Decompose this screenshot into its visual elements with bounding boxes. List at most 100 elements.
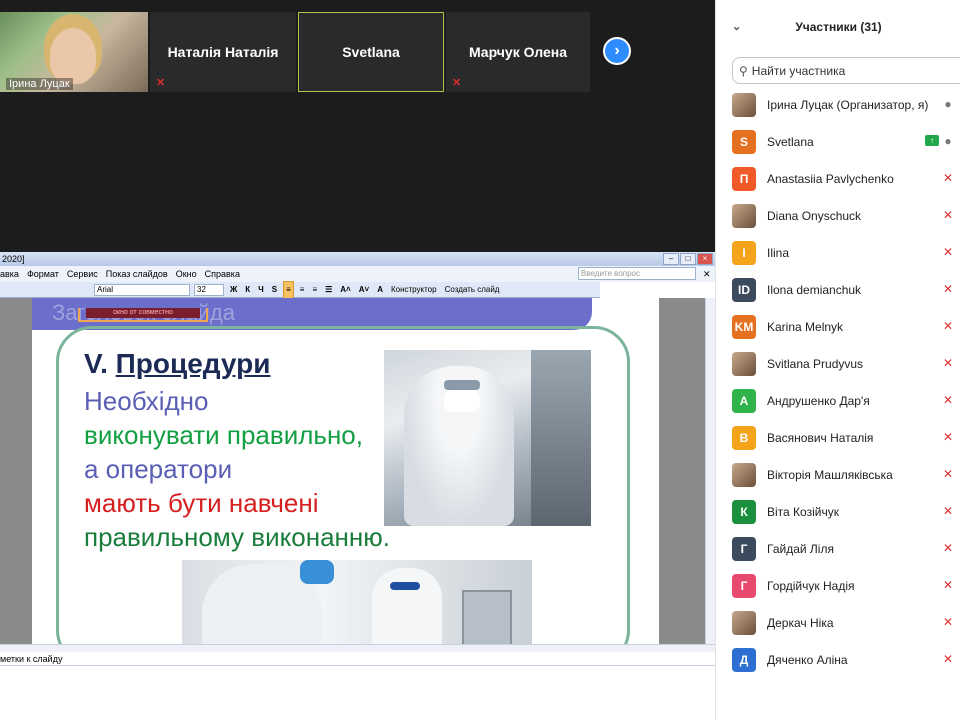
participant-name: Diana Onyschuck (767, 208, 862, 223)
mic-muted-icon: ✕ (942, 467, 954, 481)
participant-search[interactable]: ⚲ (732, 57, 960, 84)
lab-photo (182, 560, 532, 646)
avatar: К (732, 499, 756, 524)
next-page-button[interactable]: › (603, 37, 631, 65)
grow-font-icon[interactable]: A˄ (338, 282, 352, 298)
participant-row[interactable]: Деркач Ніка ✕ (716, 604, 960, 641)
avatar (732, 351, 756, 376)
horizontal-scrollbar[interactable] (0, 644, 715, 652)
font-color-icon[interactable]: A (375, 282, 385, 298)
menu-format[interactable]: Формат (27, 266, 59, 282)
orange-label: окно от совместно (86, 308, 200, 318)
video-tile[interactable]: Марчук Олена ✕ (446, 12, 590, 92)
tile-name: Марчук Олена (468, 44, 568, 60)
mic-muted-icon: ✕ (942, 356, 954, 370)
participant-row[interactable]: Вікторія Машляківська ✕ (716, 456, 960, 493)
font-size-select[interactable]: 32 (194, 283, 224, 296)
ppt-titlebar: 2020] – □ × (0, 252, 715, 266)
bold-button[interactable]: Ж (228, 282, 239, 298)
participant-name: Деркач Ніка (767, 615, 834, 630)
participant-name: Гордійчук Надія (767, 578, 855, 593)
help-question-input[interactable]: Введите вопрос (578, 267, 696, 280)
participant-row[interactable]: ID Ilona demianchuk ✕ (716, 271, 960, 308)
avatar: А (732, 388, 756, 413)
participant-row[interactable]: S Svetlana ↑ ● (716, 123, 960, 160)
ppt-menubar: авка Формат Сервис Показ слайдов Окно Сп… (0, 266, 715, 282)
avatar: I (732, 240, 756, 265)
participant-row[interactable]: KM Karina Melnyk ✕ (716, 308, 960, 345)
participant-row[interactable]: А Андрушенко Дар'я ✕ (716, 382, 960, 419)
video-tile[interactable]: Ірина Луцак (0, 12, 148, 92)
align-center-icon[interactable]: ≡ (298, 282, 307, 298)
panel-title: Участники (31) (795, 20, 882, 34)
align-left-icon[interactable]: ≡ (283, 280, 294, 299)
participant-name: Віта Козійчук (767, 504, 839, 519)
vertical-scrollbar[interactable] (705, 298, 715, 644)
participant-row[interactable]: Ірина Луцак (Организатор, я) ● (716, 86, 960, 123)
shrink-font-icon[interactable]: A˅ (357, 282, 371, 298)
video-tile-active-speaker[interactable]: Svetlana (298, 12, 444, 92)
cleanroom-photo (384, 350, 591, 526)
participant-name: Гайдай Ліля (767, 541, 834, 556)
menu-window[interactable]: Окно (176, 266, 197, 282)
search-input[interactable] (751, 63, 932, 78)
participant-row[interactable]: Diana Onyschuck ✕ (716, 197, 960, 234)
menu-help[interactable]: Справка (205, 266, 240, 282)
avatar: Г (732, 536, 756, 561)
participant-row[interactable]: Svitlana Prudyvus ✕ (716, 345, 960, 382)
mic-muted-icon: ✕ (942, 393, 954, 407)
mic-muted-icon: ✕ (942, 541, 954, 555)
participant-row[interactable]: I Ilina ✕ (716, 234, 960, 271)
mic-muted-icon: ✕ (156, 77, 166, 89)
design-button[interactable]: Конструктор (389, 282, 439, 298)
font-select[interactable]: Arial (94, 283, 190, 296)
slide-text-line: а оператори (84, 454, 233, 484)
tile-name: Наталія Наталія (167, 44, 279, 60)
ppt-toolbar: Arial 32 Ж К Ч S ≡ ≡ ≡ ☰ A˄ A˅ A Констру… (0, 280, 600, 299)
close-icon[interactable]: × (697, 253, 713, 265)
mic-muted-icon: ✕ (942, 282, 954, 296)
chevron-down-icon[interactable]: ⌄ (732, 20, 741, 33)
participant-name: Вікторія Машляківська (767, 467, 893, 482)
minimize-icon[interactable]: – (663, 253, 679, 265)
participant-row[interactable]: К Віта Козійчук ✕ (716, 493, 960, 530)
participant-row[interactable]: В Васянович Наталія ✕ (716, 419, 960, 456)
maximize-icon[interactable]: □ (680, 253, 696, 265)
slide-canvas[interactable]: Заголовок слайда окно от совместно V. Пр… (32, 298, 659, 646)
avatar (732, 92, 756, 117)
underline-button[interactable]: Ч (256, 282, 266, 298)
menu-slideshow[interactable]: Показ слайдов (106, 266, 168, 282)
participant-row[interactable]: Д Дяченко Аліна ✕ (716, 641, 960, 678)
participant-row[interactable]: Г Гайдай Ліля ✕ (716, 530, 960, 567)
participant-row[interactable]: Г Гордійчук Надія ✕ (716, 567, 960, 604)
slide-text-line: правильному виконанню. (84, 522, 390, 552)
menu-service[interactable]: Сервис (67, 266, 98, 282)
shadow-button[interactable]: S (270, 282, 279, 298)
list-icon[interactable]: ☰ (323, 282, 334, 298)
mic-muted-icon: ✕ (942, 171, 954, 185)
mic-muted-icon: ✕ (942, 652, 954, 666)
avatar (732, 462, 756, 487)
italic-button[interactable]: К (243, 282, 252, 298)
participant-name: Ilona demianchuk (767, 282, 862, 297)
participant-row[interactable]: П Anastasiia Pavlychenko ✕ (716, 160, 960, 197)
slide-heading: V. Процедури (84, 348, 271, 379)
align-right-icon[interactable]: ≡ (310, 282, 319, 298)
close-doc-icon[interactable]: ✕ (703, 266, 711, 282)
slide-text-line: виконувати правильно, (84, 420, 363, 450)
tile-name: Ірина Луцак (6, 78, 73, 90)
menu-edit[interactable]: авка (0, 266, 19, 282)
participant-name: Karina Melnyk (767, 319, 844, 334)
avatar: ID (732, 277, 756, 302)
new-slide-button[interactable]: Создать слайд (443, 282, 502, 298)
video-tile[interactable]: Наталія Наталія ✕ (150, 12, 296, 92)
mic-muted-icon: ✕ (942, 615, 954, 629)
participant-video (50, 28, 96, 84)
participants-panel: ⌄ Участники (31) ⚲ Ірина Луцак (Организа… (715, 0, 960, 720)
tile-name: Svetlana (342, 44, 400, 60)
mic-icon: ● (944, 134, 952, 148)
notes-pane[interactable]: метки к слайду (0, 652, 715, 666)
chevron-right-icon: › (614, 42, 620, 59)
avatar: П (732, 166, 756, 191)
screen-share-icon: ↑ (925, 135, 939, 146)
